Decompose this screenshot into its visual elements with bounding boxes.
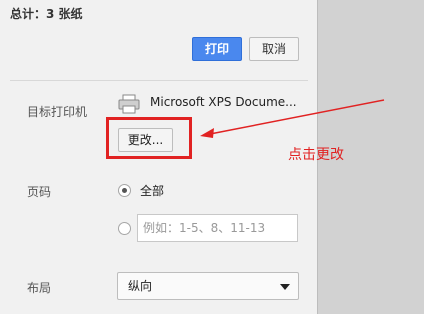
annotation-text: 点击更改 bbox=[288, 147, 344, 163]
annotation-arrow bbox=[200, 99, 385, 138]
